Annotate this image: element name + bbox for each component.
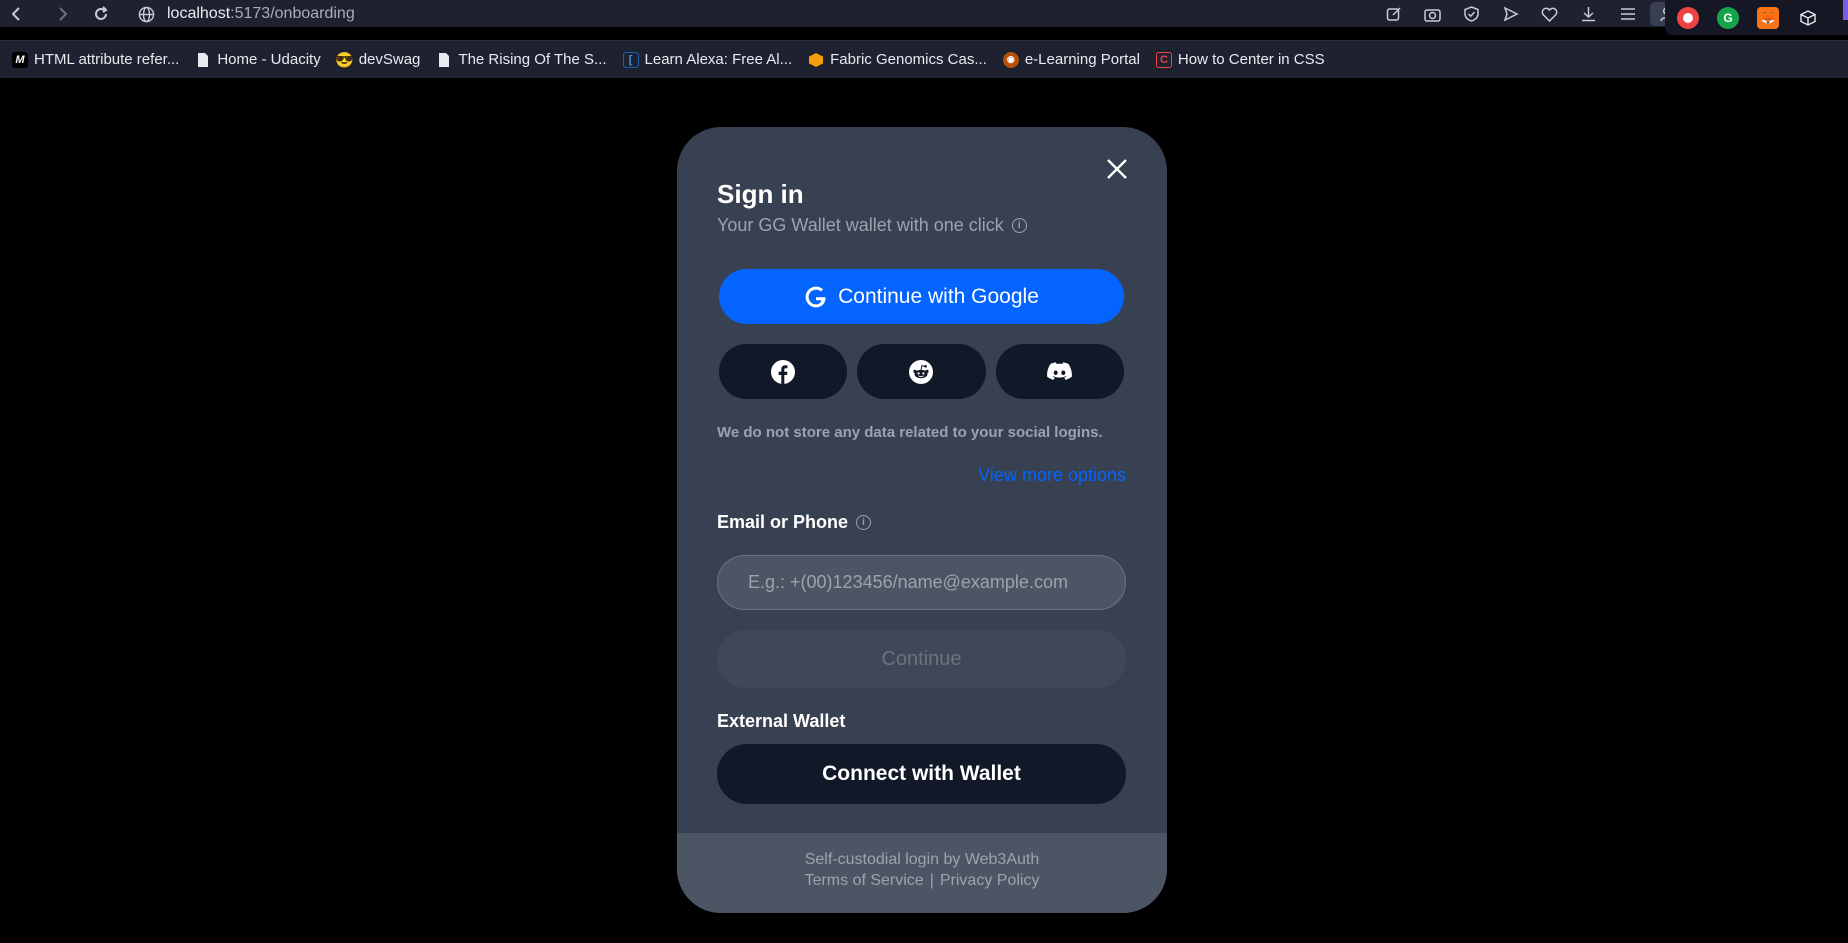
bookmark-item[interactable]: Home - Udacity (195, 51, 321, 68)
forward-icon[interactable] (52, 3, 74, 25)
external-wallet-label: External Wallet (717, 711, 846, 731)
bookmark-label: The Rising Of The S... (458, 51, 607, 68)
sidebar-indicator (1843, 0, 1848, 20)
close-icon (1107, 159, 1127, 179)
css-c-icon: C (1155, 51, 1172, 68)
reload-icon[interactable] (90, 3, 112, 25)
bookmark-label: Learn Alexa: Free Al... (644, 51, 793, 68)
browser-toolbar: localhost:5173/onboarding (0, 0, 1848, 27)
continue-button[interactable]: Continue (717, 630, 1126, 688)
download-icon[interactable] (1572, 2, 1605, 26)
bookmark-item[interactable]: The Rising Of The S... (436, 51, 607, 68)
shield-icon[interactable] (1455, 2, 1488, 26)
box-icon[interactable] (1797, 7, 1819, 29)
close-button[interactable] (1102, 154, 1132, 184)
reddit-icon (909, 359, 934, 384)
bookmark-item[interactable]: ◉ e-Learning Portal (1002, 51, 1140, 68)
terms-of-service-link[interactable]: Terms of Service (805, 872, 924, 890)
fabric-icon (808, 52, 824, 68)
mdn-icon: M (12, 51, 28, 68)
facebook-login-button[interactable] (719, 344, 848, 399)
send-icon[interactable] (1494, 2, 1527, 26)
connect-with-wallet-button[interactable]: Connect with Wallet (717, 744, 1126, 804)
discord-icon (1046, 361, 1072, 380)
privacy-notice: We do not store any data related to your… (717, 424, 1103, 441)
reddit-login-button[interactable] (857, 344, 986, 399)
sunglasses-emoji-icon: 😎 (335, 51, 355, 69)
view-more-options-link[interactable]: View more options (978, 465, 1126, 486)
page-title: Sign in (717, 179, 804, 209)
footer-separator: | (929, 872, 934, 889)
google-icon (805, 286, 826, 307)
metamask-icon[interactable]: 🦊 (1757, 6, 1779, 29)
subtitle-text: Your GG Wallet wallet with one click (717, 215, 1004, 235)
discord-login-button[interactable] (995, 344, 1124, 399)
bookmark-item[interactable]: C How to Center in CSS (1155, 51, 1325, 68)
continue-with-google-button[interactable]: Continue with Google (719, 269, 1124, 324)
info-icon[interactable]: i (856, 515, 872, 530)
bookmark-item[interactable]: M HTML attribute refer... (12, 51, 179, 68)
url-host: localhost (167, 5, 231, 22)
url-path: :5173/onboarding (230, 5, 355, 22)
email-or-phone-label: Email or Phone i (717, 512, 872, 533)
bookmark-item[interactable]: 😎 devSwag (335, 51, 421, 69)
sign-in-modal: Sign in Your GG Wallet wallet with one c… (677, 127, 1167, 913)
bookmark-item[interactable]: [ Learn Alexa: Free Al... (622, 51, 793, 68)
menu-icon[interactable] (1611, 2, 1644, 26)
web3auth-credit: Self-custodial login by Web3Auth (804, 851, 1040, 868)
extension-red-icon[interactable] (1677, 6, 1699, 29)
google-button-label: Continue with Google (838, 284, 1039, 308)
camera-icon[interactable] (1416, 2, 1449, 26)
email-or-phone-input[interactable] (717, 555, 1126, 610)
bookmark-label: How to Center in CSS (1177, 51, 1325, 68)
heart-icon[interactable] (1533, 2, 1566, 26)
social-login-row (719, 344, 1124, 399)
email-label-text: Email or Phone (717, 512, 849, 532)
bookmark-label: Home - Udacity (217, 51, 321, 68)
alexa-icon: [ (622, 51, 639, 68)
footer-links: Terms of Service | Privacy Policy (805, 872, 1040, 890)
bookmark-label: HTML attribute refer... (34, 51, 180, 68)
info-icon[interactable]: i (1011, 218, 1027, 233)
subtitle: Your GG Wallet wallet with one click i (717, 215, 1027, 236)
bookmarks-bar: M HTML attribute refer... Home - Udacity… (0, 40, 1848, 78)
portal-icon: ◉ (1002, 51, 1019, 68)
facebook-icon (771, 359, 796, 384)
bookmark-label: Fabric Genomics Cas... (830, 51, 987, 68)
bookmark-label: e-Learning Portal (1024, 51, 1140, 68)
bookmark-item[interactable]: Fabric Genomics Cas... (808, 51, 987, 68)
grammarly-icon[interactable]: G (1717, 6, 1739, 29)
back-icon[interactable] (5, 3, 27, 25)
globe-icon (138, 6, 155, 22)
modal-footer: Self-custodial login by Web3Auth Terms o… (677, 833, 1167, 913)
bookmark-label: devSwag (358, 51, 421, 68)
page-icon (195, 52, 211, 68)
extensions-area: G 🦊 (1665, 0, 1848, 35)
edit-icon[interactable] (1377, 2, 1410, 26)
page-icon (436, 52, 452, 68)
address-bar[interactable]: localhost:5173/onboarding (138, 2, 355, 26)
privacy-policy-link[interactable]: Privacy Policy (940, 872, 1040, 890)
